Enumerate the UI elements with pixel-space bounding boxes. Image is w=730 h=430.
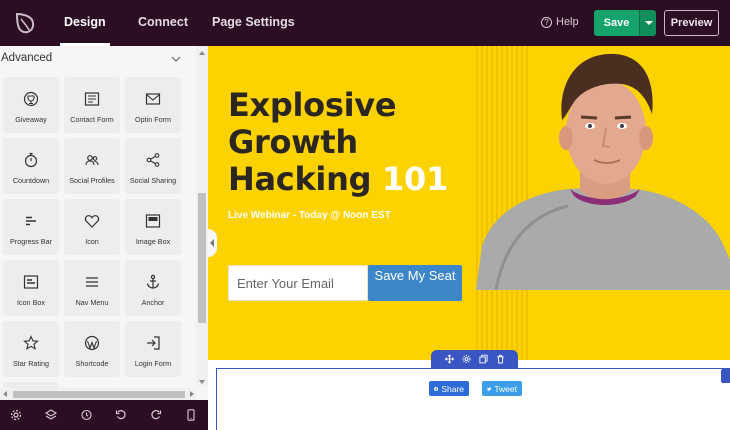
block-sidebar: Advanced Giveaway Contact Form Optin For… [0,46,208,400]
block-label: Nav Menu [75,298,109,307]
icon-box-icon [23,275,39,289]
help-icon: ? [541,16,552,28]
block-image-box[interactable]: Image Box [125,199,181,255]
block-icon[interactable]: Icon [64,199,120,255]
move-icon[interactable] [445,354,454,364]
headline-line-1: Explosive [228,86,397,124]
headline-line-2: Growth [228,123,358,161]
row-settings-icon[interactable] [721,369,730,383]
heart-icon [84,215,100,228]
hamburger-icon [86,277,98,287]
block-label: Anchor [141,298,165,307]
block-social-profiles[interactable]: Social Profiles [64,138,120,194]
block-label: Progress Bar [10,237,52,246]
share-icon [146,153,160,167]
undo-icon[interactable] [115,409,127,421]
save-options-dropdown[interactable] [639,10,656,36]
section-toolbar [431,350,518,368]
hero-headline[interactable]: Explosive Growth Hacking 101 [228,87,468,198]
preview-button[interactable]: Preview [664,10,719,36]
tab-connect[interactable]: Connect [138,0,188,46]
scroll-down-arrow[interactable] [199,380,205,384]
gear-icon[interactable] [10,409,22,421]
social-section[interactable] [216,368,730,430]
headline-word: Hacking [228,160,372,198]
save-button[interactable]: Save [594,10,639,36]
sidebar-vertical-scrollbar[interactable] [196,46,208,386]
history-icon[interactable] [80,409,92,421]
redo-icon[interactable] [150,409,162,421]
gear-icon[interactable] [462,354,471,364]
presenter-photo[interactable] [476,46,730,290]
scroll-right-arrow[interactable] [190,391,194,397]
block-label: Star Rating [13,359,49,368]
anchor-icon [146,274,160,289]
block-social-sharing[interactable]: Social Sharing [125,138,181,194]
block-label: Social Profiles [69,176,115,185]
block-label: Optin Form [135,115,171,124]
block-countdown[interactable]: Countdown [3,138,59,194]
block-optin-form[interactable]: Optin Form [125,77,181,133]
block-contact-form[interactable]: Contact Form [64,77,120,133]
block-label: Countdown [12,176,50,185]
users-icon [85,155,99,166]
block-nav-menu[interactable]: Nav Menu [64,260,120,316]
image-box-icon [145,214,161,228]
block-anchor[interactable]: Anchor [125,260,181,316]
block-label: Login Form [134,359,172,368]
section-header-advanced[interactable]: Advanced [0,46,196,73]
scroll-up-arrow[interactable] [199,51,205,55]
trophy-icon [23,91,39,107]
mobile-preview-icon[interactable] [185,409,197,421]
trash-icon[interactable] [496,354,505,364]
progress-bar-icon [26,216,36,226]
sidebar-horizontal-scrollbar[interactable] [0,388,196,400]
block-label: Contact Form [70,115,114,124]
scroll-left-arrow[interactable] [3,391,7,397]
layers-icon[interactable] [45,409,57,421]
headline-line-3: Hacking 101 [228,161,468,198]
help-label: Help [556,16,579,28]
headline-accent: 101 [382,160,448,198]
scroll-thumb[interactable] [198,193,206,323]
wordpress-icon [84,335,100,351]
chevron-down-icon [171,56,181,62]
save-my-seat-button[interactable]: Save My Seat [368,265,462,301]
contact-form-icon [84,92,100,106]
seedprod-logo-icon[interactable] [12,10,38,36]
login-icon [147,336,160,350]
section-title: Advanced [1,52,53,64]
block-label: Giveaway [15,115,47,124]
facebook-share-button[interactable]: Share [429,381,469,396]
twitter-tweet-button[interactable]: Tweet [482,381,522,396]
hero-subline[interactable]: Live Webinar - Today @ Noon EST [228,210,391,221]
block-login-form[interactable]: Login Form [125,321,181,377]
facebook-share-label: Share [441,383,464,394]
block-label: Social Sharing [129,176,177,185]
help-link[interactable]: ? Help [541,16,579,28]
block-giveaway[interactable]: Giveaway [3,77,59,133]
stopwatch-icon [24,152,38,168]
hero-section[interactable]: Explosive Growth Hacking 101 Live Webina… [208,46,730,360]
twitter-tweet-label: Tweet [494,383,517,394]
block-shortcode[interactable]: Shortcode [64,321,120,377]
block-label: Icon [85,237,99,246]
email-input[interactable]: Enter Your Email [228,265,368,301]
scroll-thumb[interactable] [13,391,185,398]
star-icon [23,335,39,350]
envelope-icon [145,93,161,105]
twitter-bird-icon [487,386,492,391]
block-progress-bar[interactable]: Progress Bar [3,199,59,255]
block-label: Image Box [135,237,171,246]
block-icon-box[interactable]: Icon Box [3,260,59,316]
block-star-rating[interactable]: Star Rating [3,321,59,377]
facebook-icon [434,386,439,391]
tab-design[interactable]: Design [60,0,110,46]
block-label: Icon Box [17,298,45,307]
block-label: Shortcode [75,359,109,368]
tab-page-settings[interactable]: Page Settings [212,0,295,46]
bottom-toolbar [0,400,208,430]
duplicate-icon[interactable] [479,354,488,364]
